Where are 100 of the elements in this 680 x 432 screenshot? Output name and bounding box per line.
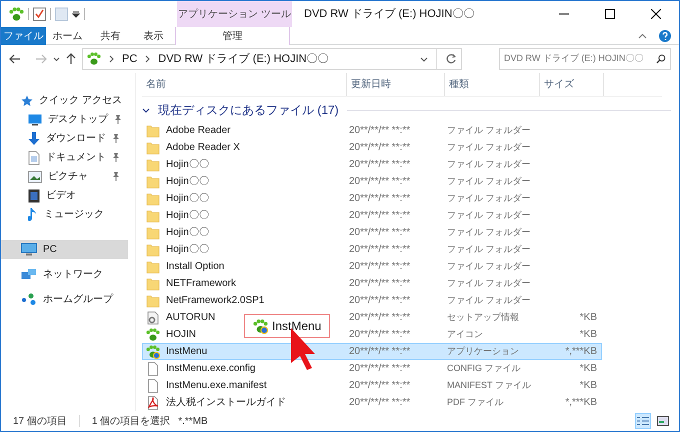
nav-item[interactable]: ミュージック	[1, 205, 128, 224]
file-row[interactable]: NetFramework2.0SP1 20**/**/** **:** ファイル フォルダー	[142, 292, 602, 309]
group-header[interactable]: 現在ディスクにあるファイル (17)	[158, 101, 339, 119]
file-row[interactable]: Adobe Reader 20**/**/** **:** ファイル フォルダー	[142, 122, 602, 139]
app-icon	[253, 318, 268, 334]
address-bar[interactable]: PC DVD RW ドライブ (E:) HOJIN〇〇	[82, 48, 462, 70]
nav-label: PC	[43, 243, 57, 257]
column-header[interactable]: 更新日時	[351, 77, 391, 92]
modified-date: 20**/**/** **:**	[349, 260, 412, 274]
music-note-icon	[28, 208, 38, 222]
file-row[interactable]: Hojin〇〇 20**/**/** **:** ファイル フォルダー	[142, 224, 602, 241]
pin-icon[interactable]	[112, 153, 120, 162]
file-type: アプリケーション	[447, 344, 520, 358]
folder-icon	[146, 140, 160, 154]
up-arrow-icon[interactable]	[66, 53, 76, 65]
nav-label: ドキュメント	[46, 151, 106, 165]
modified-date: 20**/**/** **:**	[349, 175, 412, 189]
nav-item[interactable]: クイック アクセス	[1, 91, 128, 110]
column-header[interactable]: 種類	[449, 77, 469, 92]
file-row[interactable]: InstMenu 20**/**/** **:** アプリケーション *,***KB	[142, 343, 602, 360]
file-row[interactable]: Hojin〇〇 20**/**/** **:** ファイル フォルダー	[142, 207, 602, 224]
file-row[interactable]: InstMenu.exe.config 20**/**/** **:** CONFIG ファイル *KB	[142, 360, 602, 377]
file-size: *KB	[580, 362, 597, 376]
file-name: Hojin〇〇	[166, 158, 209, 172]
tooltip-label: InstMenu	[272, 318, 322, 335]
folder-icon	[146, 242, 160, 256]
column-header[interactable]: サイズ	[544, 77, 574, 92]
file-name: Adobe Reader X	[166, 141, 240, 155]
dropdown-caret-icon[interactable]	[72, 10, 80, 18]
selection-count: 1 個の項目を選択	[92, 414, 170, 428]
file-type: MANIFEST ファイル	[447, 378, 532, 392]
download-icon	[28, 132, 40, 146]
file-row[interactable]: NETFramework 20**/**/** **:** ファイル フォルダー	[142, 275, 602, 292]
nav-label: ホームグループ	[43, 292, 113, 307]
folder-icon	[146, 174, 160, 188]
file-row[interactable]: Install Option 20**/**/** **:** ファイル フォルダー	[142, 258, 602, 275]
ribbon-tab[interactable]: 表示	[132, 27, 175, 45]
nav-item[interactable]: ネットワーク	[1, 265, 128, 284]
search-field[interactable]: DVD RW ドライブ (E:) HOJIN〇〇	[499, 48, 671, 70]
nav-item[interactable]: PC	[1, 240, 128, 259]
modified-date: 20**/**/** **:**	[349, 124, 412, 138]
file-name: Install Option	[166, 260, 224, 274]
file-row[interactable]: Hojin〇〇 20**/**/** **:** ファイル フォルダー	[142, 173, 602, 190]
collapse-ribbon-icon[interactable]	[638, 32, 647, 38]
file-type: ファイル フォルダー	[447, 192, 532, 205]
nav-label: ダウンロード	[46, 132, 106, 146]
column-header[interactable]: 名前	[146, 77, 166, 92]
file-row[interactable]: Hojin〇〇 20**/**/** **:** ファイル フォルダー	[142, 241, 602, 258]
selection-size: *.**MB	[178, 414, 208, 428]
ribbon-tab[interactable]: ファイル	[1, 27, 46, 45]
modified-date: 20**/**/** **:**	[349, 209, 412, 223]
folder-icon	[146, 226, 160, 240]
recent-caret-icon[interactable]	[53, 56, 60, 62]
details-view-button[interactable]	[635, 413, 651, 429]
breadcrumb[interactable]: PC	[122, 50, 138, 68]
pin-icon[interactable]	[112, 172, 120, 181]
file-type: ファイル フォルダー	[447, 140, 532, 154]
breadcrumb[interactable]: DVD RW ドライブ (E:) HOJIN〇〇	[158, 50, 329, 68]
modified-date: 20**/**/** **:**	[349, 345, 412, 359]
file-name: Hojin〇〇	[166, 209, 209, 223]
file-row[interactable]: Hojin〇〇 20**/**/** **:** ファイル フォルダー	[142, 190, 602, 207]
pdf-icon	[146, 396, 160, 410]
ribbon-tab[interactable]: 管理	[175, 27, 290, 45]
folder-icon	[146, 208, 160, 222]
modified-date: 20**/**/** **:**	[349, 277, 412, 291]
refresh-icon[interactable]	[445, 53, 457, 65]
nav-item[interactable]: ホームグループ	[1, 290, 128, 309]
maximize-icon[interactable]	[605, 9, 615, 19]
file-type: セットアップ情報	[447, 310, 520, 324]
file-type: CONFIG ファイル	[447, 362, 522, 375]
nav-item[interactable]: ドキュメント	[1, 148, 128, 167]
window-title: DVD RW ドライブ (E:) HOJIN〇〇	[304, 6, 474, 22]
help-icon[interactable]	[659, 30, 671, 42]
nav-item[interactable]: ピクチャ	[1, 167, 128, 186]
close-icon[interactable]	[651, 9, 661, 19]
file-type: ファイル フォルダー	[447, 276, 532, 290]
homegroup-icon	[21, 293, 37, 306]
tiles-view-button[interactable]	[655, 413, 671, 429]
nav-item[interactable]: デスクトップ	[1, 110, 128, 129]
picture-icon	[28, 170, 42, 182]
file-name: Hojin〇〇	[166, 175, 209, 189]
properties-icon[interactable]	[33, 7, 46, 21]
file-row[interactable]: Adobe Reader X 20**/**/** **:** ファイル フォルダー	[142, 139, 602, 156]
file-size: *KB	[580, 328, 597, 342]
dropdown-caret-icon[interactable]	[420, 56, 428, 62]
pin-icon[interactable]	[114, 115, 122, 124]
nav-item[interactable]: ダウンロード	[1, 129, 128, 148]
ribbon-tab[interactable]: 共有	[89, 27, 132, 45]
nav-item[interactable]: ビデオ	[1, 186, 128, 205]
modified-date: 20**/**/** **:**	[349, 379, 412, 393]
file-row[interactable]: 法人税インストールガイド 20**/**/** **:** PDF ファイル *,***KB	[142, 394, 602, 411]
settings-file-icon	[146, 310, 160, 324]
back-arrow-icon[interactable]	[9, 54, 21, 64]
pin-icon[interactable]	[112, 134, 120, 143]
star-icon	[21, 94, 33, 106]
file-row[interactable]: InstMenu.exe.manifest 20**/**/** **:** MANIFEST ファイル *KB	[142, 377, 602, 394]
collapse-chevron-icon[interactable]	[142, 108, 150, 112]
file-type: PDF ファイル	[447, 396, 505, 409]
file-row[interactable]: Hojin〇〇 20**/**/** **:** ファイル フォルダー	[142, 156, 602, 173]
ribbon-tab[interactable]: ホーム	[46, 27, 89, 45]
